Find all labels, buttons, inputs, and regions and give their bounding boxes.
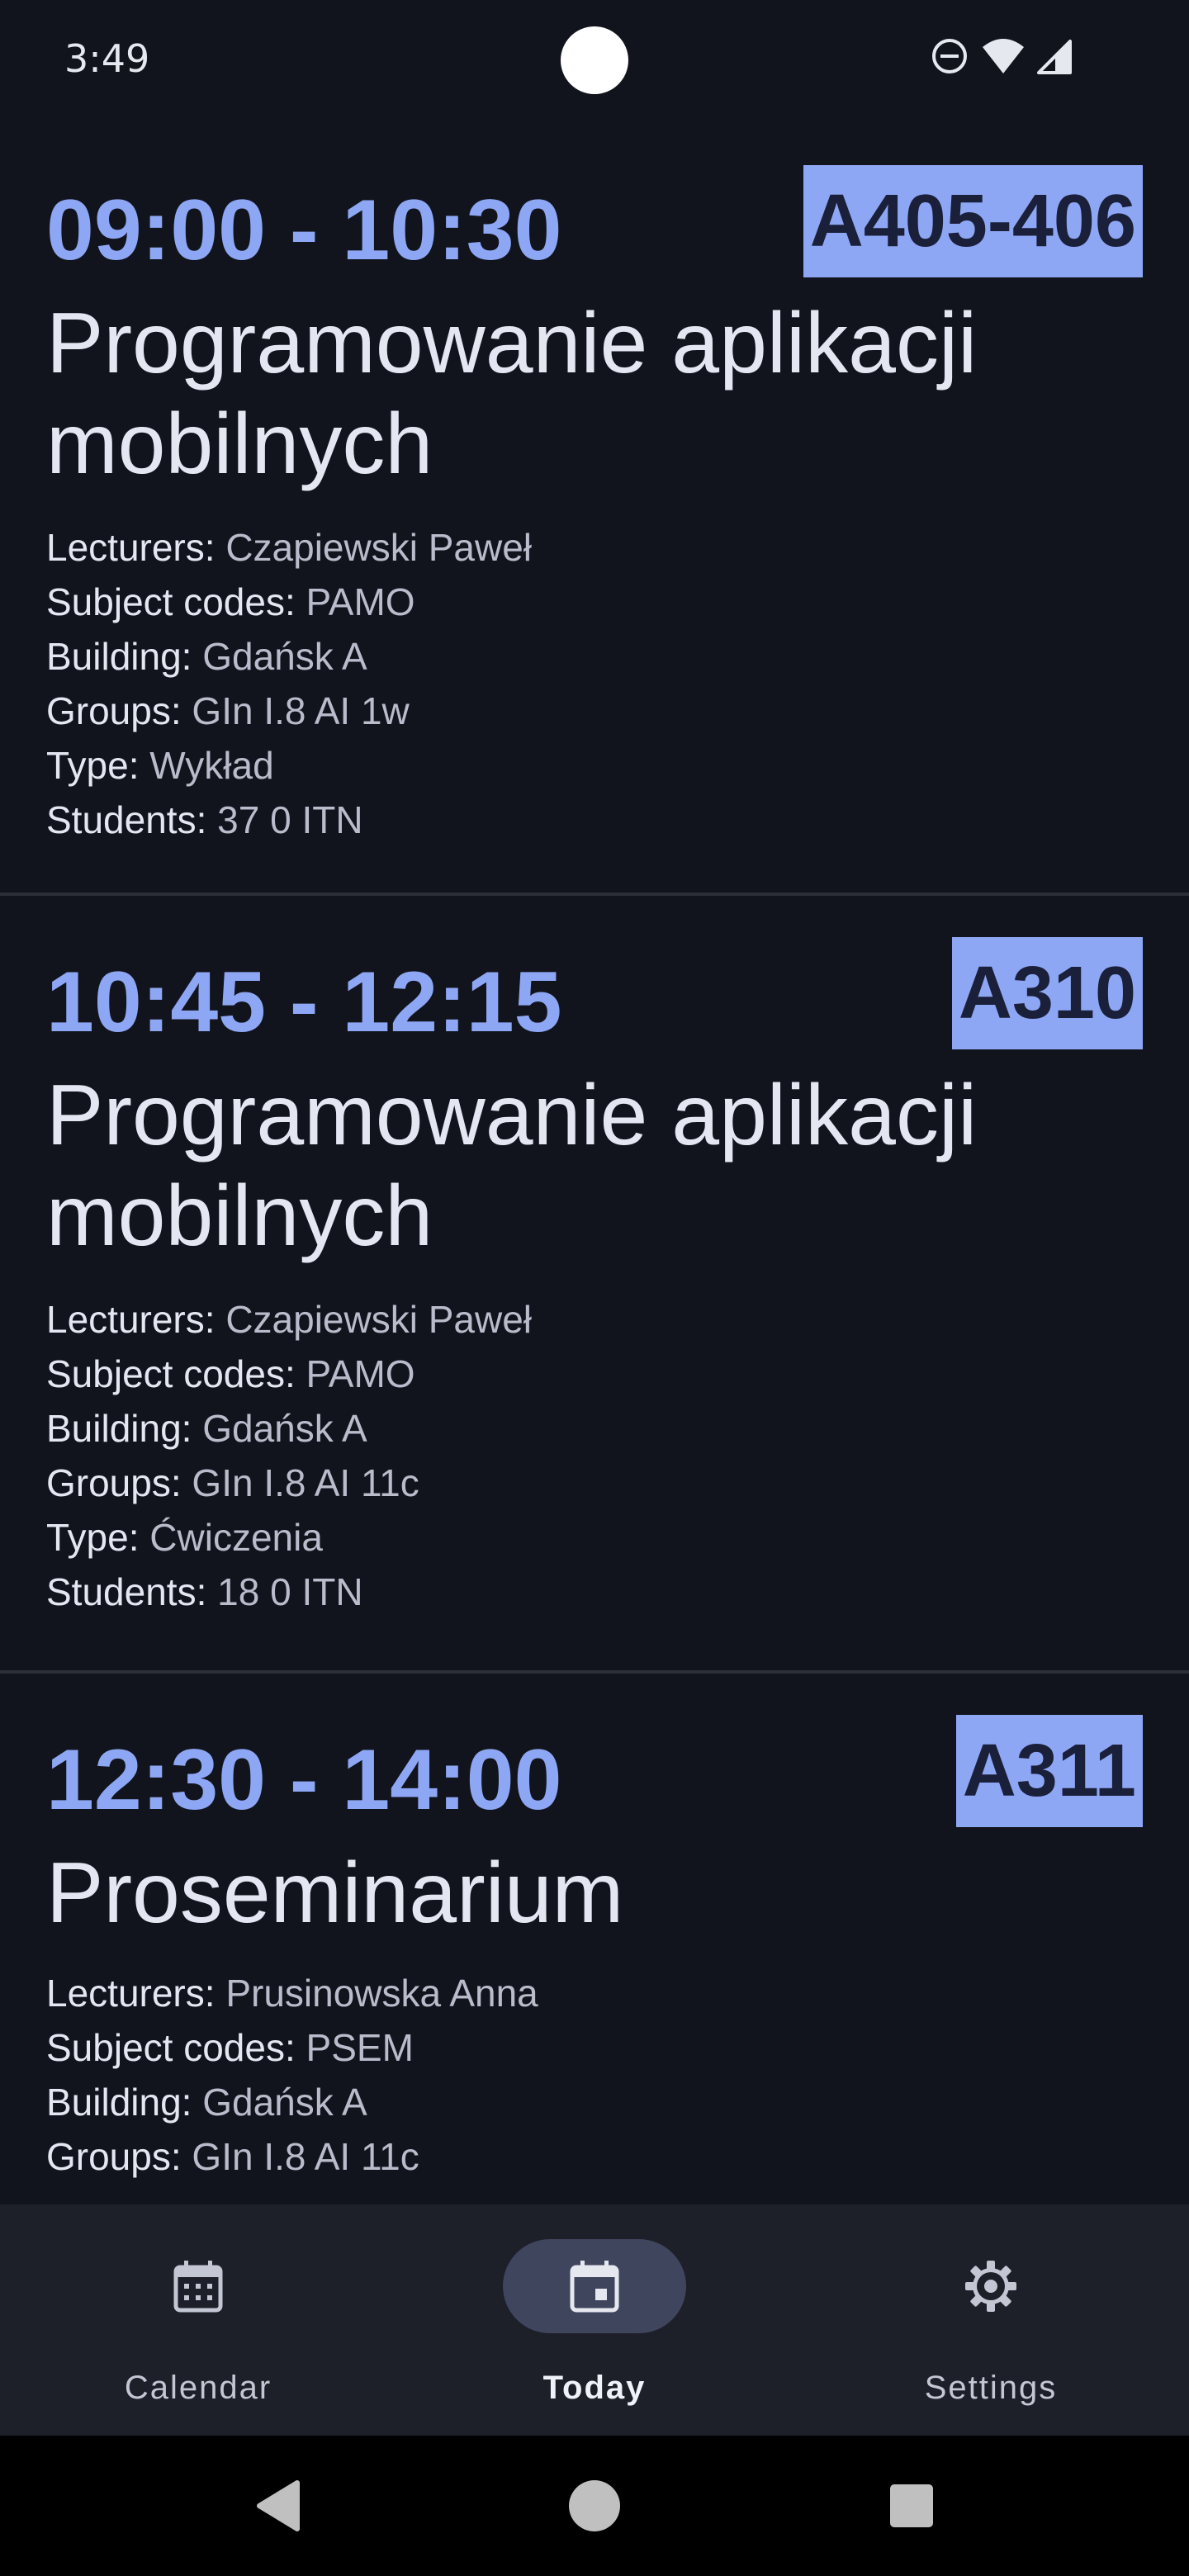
detail-value: 18 0 ITN	[217, 1570, 363, 1613]
detail-row: Groups: GIn I.8 AI 1w	[46, 684, 532, 738]
detail-key: Subject codes:	[46, 580, 296, 623]
detail-value: Prusinowska Anna	[225, 1972, 538, 2015]
status-time: 3:49	[64, 36, 150, 81]
class-time: 12:30 - 14:00	[46, 1732, 562, 1828]
subject-title: Programowanie aplikacji mobilnych	[46, 1068, 978, 1264]
detail-key: Students:	[46, 798, 207, 841]
camera-cutout	[561, 26, 628, 94]
class-card[interactable]: 09:00 - 10:30 A405-406 Programowanie apl…	[0, 124, 1189, 896]
nav-item-settings[interactable]: Settings	[793, 2204, 1189, 2436]
detail-value: 37 0 ITN	[217, 798, 363, 841]
detail-row: Students: 18 0 ITN	[46, 1565, 532, 1619]
detail-key: Groups:	[46, 689, 182, 732]
detail-row: Building: Gdańsk A	[46, 1401, 532, 1456]
detail-row: Groups: GIn I.8 AI 11c	[46, 2129, 538, 2184]
detail-value: Czapiewski Paweł	[225, 526, 533, 569]
class-details: Lecturers: Prusinowska Anna Subject code…	[46, 1966, 538, 2184]
class-time: 10:45 - 12:15	[46, 954, 562, 1050]
room-badge: A405-406	[803, 165, 1143, 277]
detail-row: Lecturers: Prusinowska Anna	[46, 1966, 538, 2020]
home-icon	[569, 2480, 620, 2531]
detail-row: Type: Ćwiczenia	[46, 1510, 532, 1565]
today-icon	[570, 2261, 619, 2313]
class-time: 09:00 - 10:30	[46, 182, 562, 278]
detail-value: GIn I.8 AI 11c	[192, 1461, 419, 1504]
detail-row: Subject codes: PSEM	[46, 2020, 538, 2075]
detail-value: Wykład	[149, 744, 274, 787]
app-screen: 3:49 09:00 - 10:30 A405-406 Programowani…	[0, 0, 1189, 2576]
detail-row: Lecturers: Czapiewski Paweł	[46, 1292, 532, 1347]
detail-value: PSEM	[306, 2026, 414, 2069]
detail-row: Lecturers: Czapiewski Paweł	[46, 520, 532, 575]
detail-row: Type: Wykład	[46, 738, 532, 793]
detail-key: Building:	[46, 635, 192, 678]
detail-value: PAMO	[306, 580, 415, 623]
detail-key: Building:	[46, 1407, 192, 1450]
detail-key: Type:	[46, 1516, 140, 1559]
status-bar: 3:49	[0, 0, 1189, 124]
detail-key: Subject codes:	[46, 1352, 296, 1395]
nav-item-calendar[interactable]: Calendar	[0, 2204, 396, 2436]
detail-key: Lecturers:	[46, 1972, 216, 2015]
class-card[interactable]: 10:45 - 12:15 A310 Programowanie aplikac…	[0, 896, 1189, 1674]
wifi-icon	[983, 39, 1024, 73]
detail-value: GIn I.8 AI 1w	[192, 689, 410, 732]
do-not-disturb-icon	[932, 39, 967, 73]
recents-icon	[890, 2484, 933, 2527]
cell-signal-icon	[1037, 40, 1072, 74]
detail-row: Subject codes: PAMO	[46, 575, 532, 629]
subject-title: Programowanie aplikacji mobilnych	[46, 296, 978, 492]
class-details: Lecturers: Czapiewski Paweł Subject code…	[46, 1292, 532, 1619]
detail-row: Building: Gdańsk A	[46, 2075, 538, 2129]
detail-value: Ćwiczenia	[149, 1516, 323, 1559]
detail-key: Groups:	[46, 1461, 182, 1504]
detail-value: Gdańsk A	[202, 635, 367, 678]
detail-value: Gdańsk A	[202, 1407, 367, 1450]
room-badge: A311	[955, 1715, 1143, 1827]
nav-label: Today	[542, 2370, 647, 2406]
detail-key: Lecturers:	[46, 1298, 216, 1341]
class-details: Lecturers: Czapiewski Paweł Subject code…	[46, 520, 532, 847]
detail-row: Building: Gdańsk A	[46, 629, 532, 684]
nav-pill	[107, 2239, 290, 2333]
nav-item-today[interactable]: Today	[396, 2204, 793, 2436]
detail-value: Czapiewski Paweł	[225, 1298, 533, 1341]
detail-key: Building:	[46, 2081, 192, 2124]
detail-key: Groups:	[46, 2135, 182, 2178]
detail-row: Groups: GIn I.8 AI 11c	[46, 1456, 532, 1510]
detail-value: PAMO	[306, 1352, 415, 1395]
detail-value: Gdańsk A	[202, 2081, 367, 2124]
subject-title: Proseminarium	[46, 1845, 624, 1941]
detail-key: Lecturers:	[46, 526, 216, 569]
detail-key: Subject codes:	[46, 2026, 296, 2069]
nav-label: Calendar	[124, 2370, 272, 2406]
detail-value: GIn I.8 AI 11c	[192, 2135, 419, 2178]
bottom-navigation: Calendar Today Settings	[0, 2204, 1189, 2436]
recents-button[interactable]	[846, 2436, 978, 2576]
status-icons	[930, 36, 1073, 76]
home-button[interactable]	[528, 2436, 661, 2576]
system-navigation-bar	[0, 2436, 1189, 2576]
nav-label: Settings	[924, 2370, 1058, 2406]
gear-icon	[965, 2261, 1016, 2312]
back-icon	[257, 2480, 300, 2531]
detail-row: Subject codes: PAMO	[46, 1347, 532, 1401]
room-badge: A310	[951, 937, 1143, 1049]
today-class-list[interactable]: 09:00 - 10:30 A405-406 Programowanie apl…	[0, 124, 1189, 2204]
class-card[interactable]: 12:30 - 14:00 A311 Proseminarium Lecture…	[0, 1674, 1189, 2204]
nav-pill	[899, 2239, 1082, 2333]
detail-key: Students:	[46, 1570, 207, 1613]
calendar-icon	[173, 2261, 223, 2313]
nav-pill-active	[503, 2239, 686, 2333]
detail-key: Type:	[46, 744, 140, 787]
detail-row: Students: 37 0 ITN	[46, 793, 532, 847]
back-button[interactable]	[215, 2436, 347, 2576]
